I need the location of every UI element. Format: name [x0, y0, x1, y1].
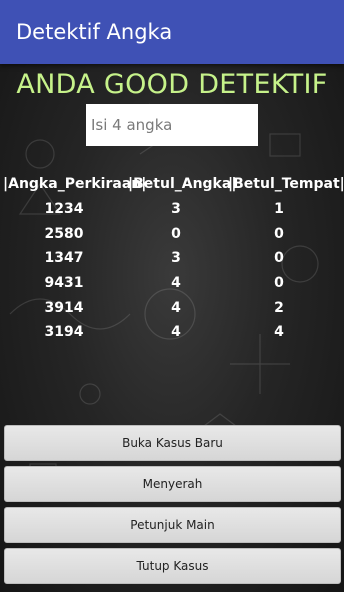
correct-place-cell: 0: [274, 275, 284, 291]
correct-place-cell: 2: [274, 300, 284, 316]
correct-digit-cell: 4: [171, 324, 181, 340]
correct-digit-cell: 3: [171, 250, 181, 266]
result-headline: ANDA GOOD DETEKTIF: [16, 69, 328, 100]
app-title: Detektif Angka: [16, 20, 173, 44]
app-bar: Detektif Angka: [0, 0, 344, 64]
table-row: 2580 0 0: [0, 226, 344, 248]
close-case-button[interactable]: Tutup Kasus: [4, 548, 341, 584]
new-case-button[interactable]: Buka Kasus Baru: [4, 425, 341, 461]
table-row: 3194 4 4: [0, 324, 344, 346]
guess-input[interactable]: [86, 104, 258, 146]
correct-place-cell: 4: [274, 324, 284, 340]
table-row: 9431 4 0: [0, 275, 344, 297]
correct-digit-cell: 3: [171, 201, 181, 217]
game-screen: ANDA GOOD DETEKTIF |Angka_Perkiraan| |Be…: [0, 64, 344, 592]
give-up-button[interactable]: Menyerah: [4, 466, 341, 502]
header-guess: |Angka_Perkiraan|: [3, 176, 147, 192]
table-row: 3914 4 2: [0, 300, 344, 322]
instructions-button[interactable]: Petunjuk Main: [4, 507, 341, 543]
table-header: |Angka_Perkiraan| |Betul_Angka| |Betul_T…: [0, 176, 344, 196]
guess-cell: 2580: [44, 226, 84, 242]
correct-place-cell: 0: [274, 226, 284, 242]
correct-place-cell: 0: [274, 250, 284, 266]
table-row: 1234 3 1: [0, 201, 344, 223]
header-correct-place: |Betul_Tempat|: [228, 176, 344, 192]
correct-place-cell: 1: [274, 201, 284, 217]
correct-digit-cell: 4: [171, 300, 181, 316]
correct-digit-cell: 0: [171, 226, 181, 242]
header-correct-digit: |Betul_Angka|: [128, 176, 237, 192]
table-row: 1347 3 0: [0, 250, 344, 272]
guess-cell: 1347: [44, 250, 84, 266]
guess-cell: 3194: [44, 324, 84, 340]
guess-cell: 9431: [44, 275, 84, 291]
guess-cell: 3914: [44, 300, 84, 316]
correct-digit-cell: 4: [171, 275, 181, 291]
guess-cell: 1234: [44, 201, 84, 217]
